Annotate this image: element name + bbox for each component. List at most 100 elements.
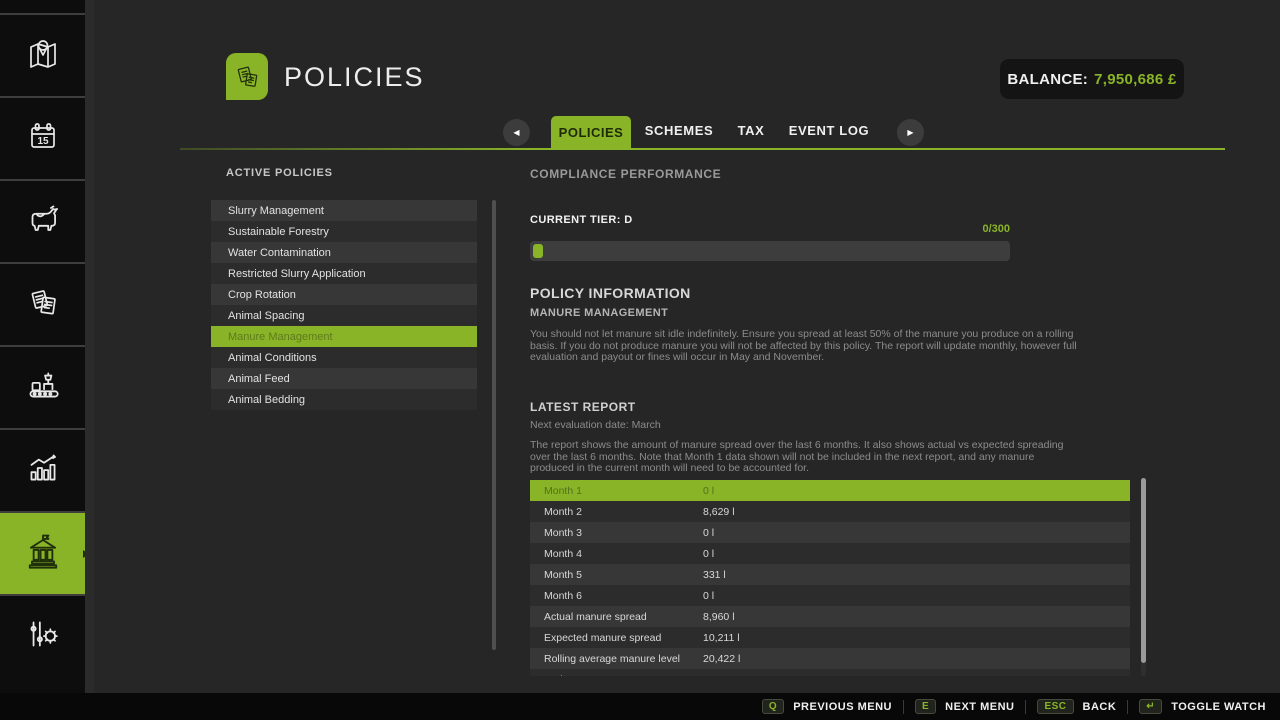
tab-prev-arrow[interactable]: ◀ xyxy=(503,119,530,146)
report-row-label: Month 2 xyxy=(530,506,703,518)
report-table-row[interactable]: Month 5331 l xyxy=(530,564,1130,585)
tab-schemes[interactable]: SCHEMES xyxy=(645,123,714,138)
hint-divider xyxy=(1025,700,1026,714)
balance-value: 7,950,686 £ xyxy=(1094,71,1177,88)
policy-description: You should not let manure sit idle indef… xyxy=(530,329,1078,364)
active-policies-list: Slurry ManagementSustainable ForestryWat… xyxy=(211,200,477,410)
compliance-section-title: COMPLIANCE PERFORMANCE xyxy=(530,167,721,181)
report-row-label: Month 5 xyxy=(530,569,703,581)
report-row-value: 0 l xyxy=(703,485,1130,497)
hint-toggle-watch: ↵ TOGGLE WATCH xyxy=(1139,699,1266,714)
back-button[interactable]: BACK xyxy=(1083,701,1117,713)
hint-back: ESC BACK xyxy=(1037,699,1116,714)
production-icon xyxy=(22,364,64,411)
page-title: POLICIES xyxy=(284,62,425,93)
report-table-row[interactable]: Month 30 l xyxy=(530,522,1130,543)
sidebar-edge-strip xyxy=(85,0,94,693)
report-row-value: 10,211 l xyxy=(703,632,1130,644)
previous-menu-button[interactable]: PREVIOUS MENU xyxy=(793,701,892,713)
policy-name-subtitle: MANURE MANAGEMENT xyxy=(530,307,668,319)
policy-list-item[interactable]: Manure Management xyxy=(211,326,477,347)
policy-list-item[interactable]: Slurry Management xyxy=(211,200,477,221)
hint-divider xyxy=(1127,700,1128,714)
report-row-value: - xyxy=(703,674,1130,677)
policy-list-item[interactable]: Sustainable Forestry xyxy=(211,221,477,242)
sidebar-item-contracts[interactable] xyxy=(0,262,85,345)
compliance-score: 0/300 xyxy=(910,223,1010,235)
report-row-value: 331 l xyxy=(703,569,1130,581)
report-table-row[interactable]: Actual manure spread8,960 l xyxy=(530,606,1130,627)
sidebar-item-map[interactable] xyxy=(0,13,85,96)
balance-badge: BALANCE: 7,950,686 £ xyxy=(1000,59,1184,99)
enter-key-icon: ↵ xyxy=(1139,699,1162,714)
tab-tax[interactable]: TAX xyxy=(738,123,765,138)
sidebar-item-statistics[interactable] xyxy=(0,428,85,511)
bank-icon xyxy=(21,529,65,578)
report-row-label: Month 4 xyxy=(530,548,703,560)
report-row-label: Expected manure spread xyxy=(530,632,703,644)
report-row-label: Month 3 xyxy=(530,527,703,539)
tab-policies[interactable]: POLICIES xyxy=(551,116,631,149)
policy-list-item[interactable]: Animal Feed xyxy=(211,368,477,389)
report-table-scroll-thumb[interactable] xyxy=(1141,478,1146,663)
policy-list-item[interactable]: Animal Spacing xyxy=(211,305,477,326)
next-menu-button[interactable]: NEXT MENU xyxy=(945,701,1014,713)
policy-list-item[interactable]: Crop Rotation xyxy=(211,284,477,305)
hint-previous-menu: Q PREVIOUS MENU xyxy=(762,699,892,714)
active-policies-title: ACTIVE POLICIES xyxy=(226,167,333,179)
report-table-scrollbar[interactable] xyxy=(1141,478,1146,676)
report-row-value: 20,422 l xyxy=(703,653,1130,665)
documents-icon xyxy=(23,282,63,327)
sidebar-item-calendar[interactable]: 15 xyxy=(0,96,85,179)
map-icon xyxy=(23,33,63,78)
statistics-icon xyxy=(22,447,64,494)
tab-event-log[interactable]: EVENT LOG xyxy=(789,123,870,138)
report-row-value: 0 l xyxy=(703,548,1130,560)
svg-text:15: 15 xyxy=(37,136,49,147)
hint-next-menu: E NEXT MENU xyxy=(915,699,1014,714)
toggle-watch-button[interactable]: TOGGLE WATCH xyxy=(1171,701,1266,713)
key-esc: ESC xyxy=(1037,699,1073,714)
compliance-progress-fill xyxy=(533,244,543,258)
report-table-row[interactable]: Rolling average manure level20,422 l xyxy=(530,648,1130,669)
report-table-row[interactable]: Month 60 l xyxy=(530,585,1130,606)
report-table-row[interactable]: Month 40 l xyxy=(530,543,1130,564)
policy-list-item[interactable]: Restricted Slurry Application xyxy=(211,263,477,284)
policy-list-item[interactable]: Animal Conditions xyxy=(211,347,477,368)
report-row-value: 8,960 l xyxy=(703,611,1130,623)
report-table-row[interactable]: Rating- xyxy=(530,669,1130,676)
sidebar-item-animals[interactable] xyxy=(0,179,85,262)
key-q: Q xyxy=(762,699,784,714)
sidebar-item-production[interactable] xyxy=(0,345,85,428)
balance-label: BALANCE: xyxy=(1007,71,1088,88)
next-evaluation-date: Next evaluation date: March xyxy=(530,419,661,431)
report-table-row[interactable]: Expected manure spread10,211 l xyxy=(530,627,1130,648)
report-row-label: Month 1 xyxy=(530,485,703,497)
sidebar-item-government[interactable] xyxy=(0,511,85,594)
calendar-icon: 15 xyxy=(23,116,63,161)
sidebar-item-settings[interactable] xyxy=(0,594,85,677)
report-row-value: 0 l xyxy=(703,527,1130,539)
policies-page-icon xyxy=(226,53,268,100)
policy-list-item[interactable]: Animal Bedding xyxy=(211,389,477,410)
report-table-row[interactable]: Month 10 l xyxy=(530,480,1130,501)
settings-sliders-icon xyxy=(22,613,64,660)
input-hints-bar: Q PREVIOUS MENU E NEXT MENU ESC BACK ↵ T… xyxy=(0,693,1280,720)
tab-next-arrow[interactable]: ▶ xyxy=(897,119,924,146)
policy-info-title: POLICY INFORMATION xyxy=(530,285,691,301)
hint-divider xyxy=(903,700,904,714)
latest-report-title: LATEST REPORT xyxy=(530,400,636,414)
report-table: Month 10 lMonth 28,629 lMonth 30 lMonth … xyxy=(530,480,1130,676)
compliance-progress-bar xyxy=(530,241,1010,261)
report-row-value: 8,629 l xyxy=(703,506,1130,518)
main-menu-sidebar: 15 xyxy=(0,0,85,720)
policies-screen: 15 xyxy=(0,0,1280,720)
report-row-label: Rolling average manure level xyxy=(530,653,703,665)
policy-list-item[interactable]: Water Contamination xyxy=(211,242,477,263)
report-row-value: 0 l xyxy=(703,590,1130,602)
cow-icon xyxy=(22,198,64,245)
report-table-row[interactable]: Month 28,629 l xyxy=(530,501,1130,522)
report-row-label: Month 6 xyxy=(530,590,703,602)
current-tier-label: CURRENT TIER: D xyxy=(530,214,633,226)
policies-list-scrollbar[interactable] xyxy=(492,200,496,650)
